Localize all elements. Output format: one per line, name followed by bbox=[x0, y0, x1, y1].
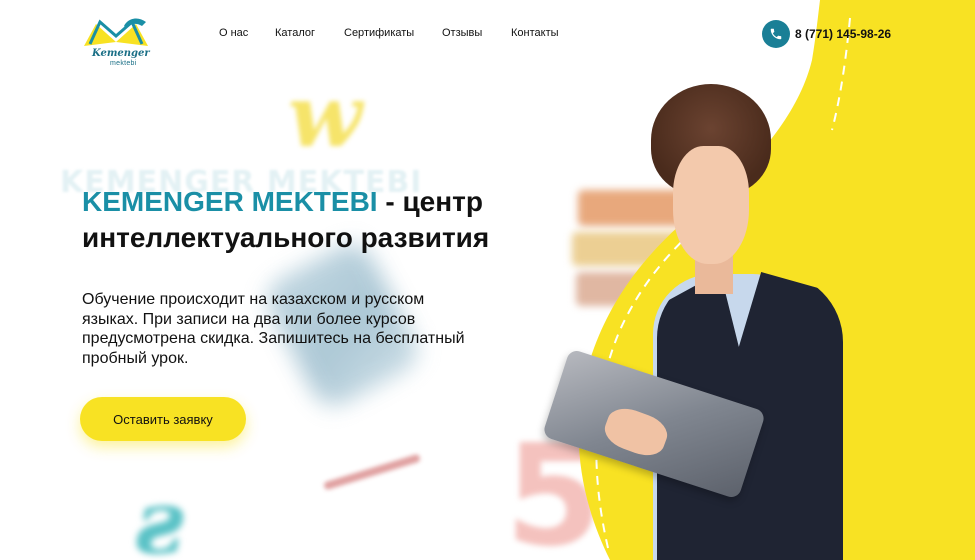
blurred-teal-figure: ƨ bbox=[135, 470, 185, 560]
nav-reviews[interactable]: Отзывы bbox=[442, 27, 482, 39]
nav-contacts[interactable]: Контакты bbox=[511, 27, 559, 39]
nav-certificates[interactable]: Сертификаты bbox=[344, 27, 414, 39]
hero-brand-name: KEMENGER MEKTEBI bbox=[82, 186, 378, 217]
blurred-letter-w: w bbox=[288, 66, 363, 167]
open-book-logo-icon bbox=[84, 18, 148, 46]
phone-icon bbox=[762, 20, 790, 48]
hero-description: Обучение происходит на казахском и русск… bbox=[82, 291, 465, 367]
logo-subtitle: mektebi bbox=[110, 60, 137, 67]
logo-wordmark: Kemenger bbox=[92, 48, 150, 59]
hero-title: KEMENGER MEKTEBI - центр интеллектуально… bbox=[82, 184, 562, 256]
blurred-pen-decoration bbox=[323, 453, 421, 491]
submit-request-button[interactable]: Оставить заявку bbox=[80, 397, 246, 441]
site-logo[interactable]: Kemenger mektebi bbox=[80, 16, 152, 70]
nav-about[interactable]: О нас bbox=[219, 27, 248, 39]
phone-number: 8 (771) 145-98-26 bbox=[795, 27, 892, 41]
nav-catalog[interactable]: Каталог bbox=[275, 27, 315, 39]
student-with-tablet-image bbox=[541, 82, 875, 560]
